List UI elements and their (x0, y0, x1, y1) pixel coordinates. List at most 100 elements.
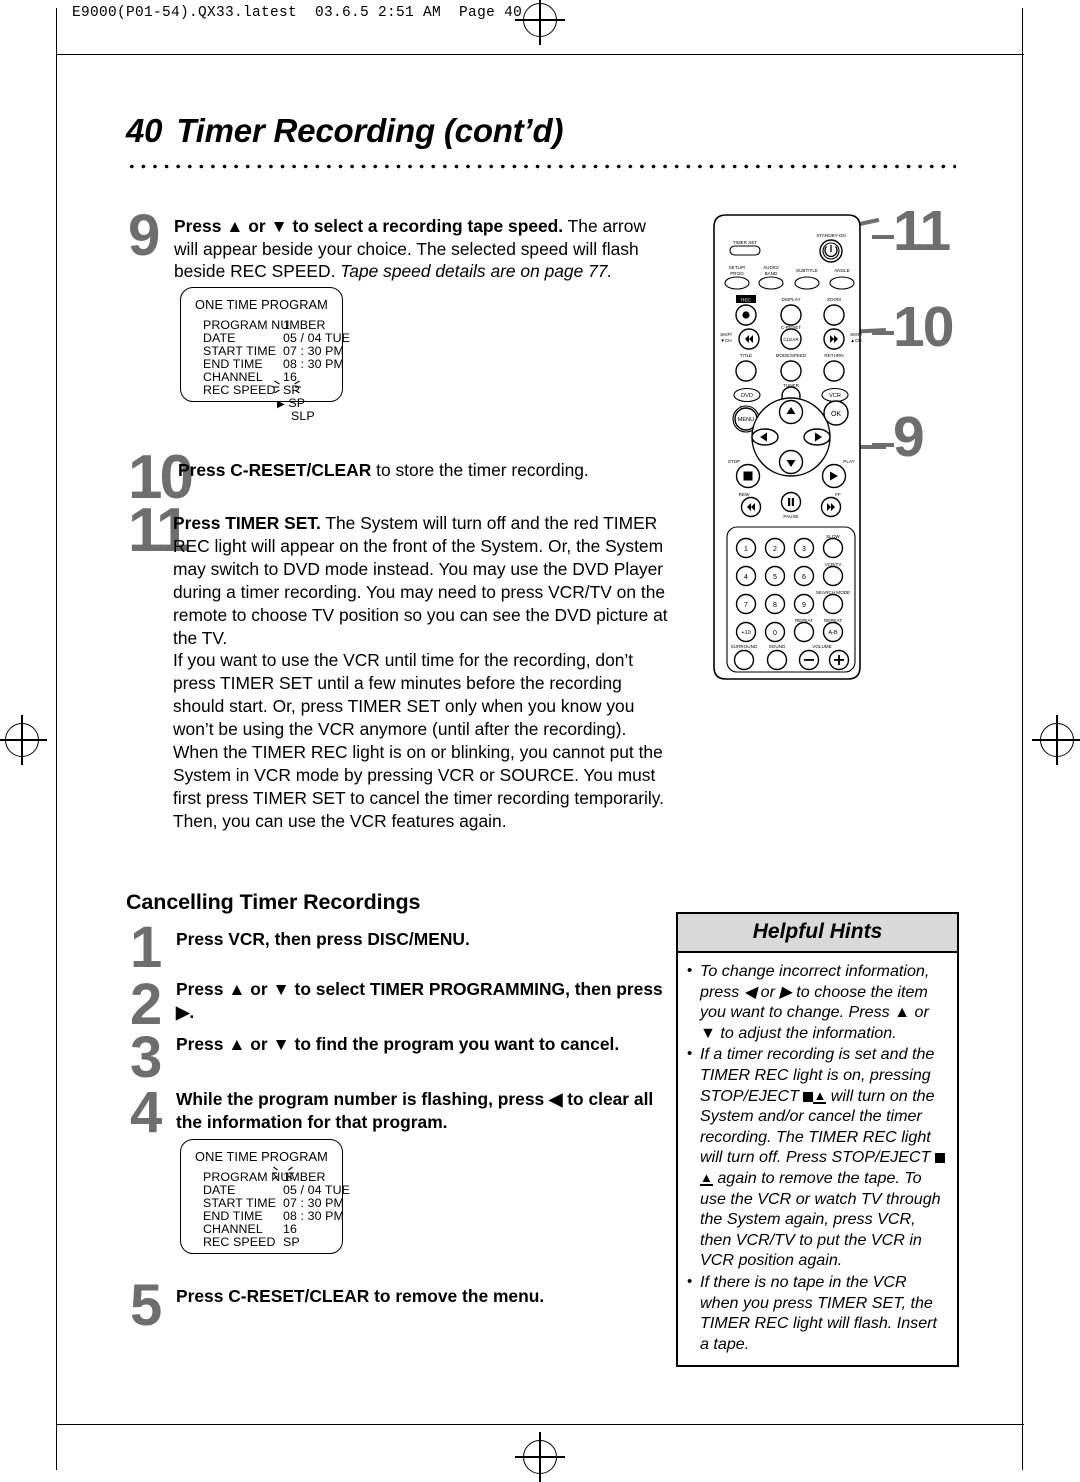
osd2-value-date: 05 / 04 TUE (283, 1183, 350, 1197)
eject-icon: ▲ (813, 1087, 827, 1104)
svg-text:3: 3 (802, 546, 806, 553)
osd2-flashing-program-number: 1 (272, 1166, 294, 1184)
osd-screen-cancel-program: ONE TIME PROGRAM PROGRAM NUMBER 1 DATE 05 … (180, 1139, 350, 1254)
cancel-step-2-number: 2 (130, 972, 162, 1037)
step-11-text: Press TIMER SET. The System will turn of… (173, 513, 668, 831)
remote-control-illustration: .rt { font-family: "Liberation Sans", sa… (694, 205, 880, 695)
svg-text:REW: REW (739, 492, 750, 497)
osd1-label-program-number: PROGRAM NUMBER (203, 318, 326, 332)
svg-text:SOUND: SOUND (769, 644, 786, 649)
svg-text:TIMER SET: TIMER SET (733, 240, 758, 245)
svg-text:RETURN: RETURN (824, 353, 843, 358)
helpful-hints-title: Helpful Hints (678, 914, 957, 953)
osd2-value-end-time: 08 : 30 PM (283, 1209, 344, 1223)
osd2-row-channel: CHANNEL 16 (203, 1222, 297, 1236)
osd1-row-rec-speed: REC SPEED SP (203, 380, 301, 397)
svg-text:4: 4 (744, 574, 748, 581)
svg-text:ANGLE: ANGLE (834, 268, 850, 273)
osd1-value-date: 05 / 04 TUE (283, 331, 350, 345)
hint-text: If there is no tape in the VCR when you … (700, 1272, 937, 1353)
section-heading-cancelling: Cancelling Timer Recordings (126, 890, 421, 914)
svg-text:OK: OK (831, 411, 841, 418)
osd1-title: ONE TIME PROGRAM (195, 297, 328, 312)
svg-text:+10: +10 (741, 630, 751, 636)
step-9-number: 9 (128, 203, 160, 268)
svg-text:DVD: DVD (741, 393, 753, 399)
helpful-hints-body: • To change incorrect information, press… (678, 953, 957, 1365)
hint-item: • To change incorrect information, press… (687, 961, 947, 1043)
osd2-row-date: DATE 05 / 04 TUE (203, 1183, 350, 1197)
osd1-row-end-time: END TIME 08 : 30 PM (203, 357, 344, 371)
cancel-step-4-number: 4 (130, 1080, 162, 1145)
svg-text:STOP: STOP (728, 459, 740, 464)
osd2-title: ONE TIME PROGRAM (195, 1149, 328, 1164)
svg-text:SURROUND: SURROUND (731, 644, 758, 649)
svg-text:5: 5 (773, 574, 777, 581)
svg-text:1: 1 (744, 546, 748, 553)
stop-square-icon (803, 1091, 814, 1102)
svg-text:VOLUME: VOLUME (812, 644, 831, 649)
osd1-speed-option-sp-label: SP (288, 396, 306, 410)
osd2-label-date: DATE (203, 1183, 236, 1197)
osd1-speed-option-slp: SLP (291, 409, 315, 423)
step-9-text: Press ▲ or ▼ to select a recording tape … (174, 216, 646, 282)
svg-text:7: 7 (744, 602, 748, 609)
svg-text:REC: REC (741, 297, 751, 302)
page-number: 40 (126, 112, 163, 149)
hint-text: To change incorrect information, press ◀… (700, 962, 930, 1042)
svg-text:8: 8 (773, 602, 777, 609)
osd1-label-date: DATE (203, 331, 236, 345)
svg-text:9: 9 (802, 602, 806, 609)
cancel-step-1-text: Press VCR, then press DISC/MENU. (176, 929, 470, 949)
manual-page: 40 Timer Recording (cont’d) 9 Press ▲ or … (0, 0, 1080, 1477)
svg-text:DISPLAY: DISPLAY (781, 297, 800, 302)
page-title: 40 Timer Recording (cont’d) (126, 112, 563, 150)
osd2-label-end-time: END TIME (203, 1209, 263, 1223)
svg-text:PAUSE: PAUSE (783, 514, 798, 519)
hint-text: If a timer recording is set and the TIME… (700, 1044, 947, 1271)
svg-text:A-B: A-B (828, 630, 838, 636)
svg-text:0: 0 (773, 630, 777, 637)
osd1-speed-option-slp-label: SLP (291, 409, 315, 423)
callout-11: 11 (893, 199, 951, 263)
svg-text:AUDIO/: AUDIO/ (763, 265, 780, 270)
osd2-row-end-time: END TIME 08 : 30 PM (203, 1209, 344, 1223)
cancel-step-1-number: 1 (130, 915, 162, 980)
osd1-flashing-rec-speed: SP (273, 380, 301, 397)
svg-text:SKIP/: SKIP/ (850, 332, 862, 337)
bullet-icon: • (687, 1272, 693, 1290)
osd1-value-end-time: 08 : 30 PM (283, 357, 344, 371)
step-10-text: Press C-RESET/CLEAR to store the timer r… (178, 460, 589, 480)
cancel-step-2-text: Press ▲ or ▼ to select TIMER PROGRAMMING… (176, 979, 663, 1022)
cancel-step-3-number: 3 (130, 1025, 162, 1090)
osd1-label-start-time: START TIME (203, 344, 277, 358)
page-title-text: Timer Recording (cont’d) (176, 112, 564, 149)
osd2-label-start-time: START TIME (203, 1196, 277, 1210)
osd1-row-start-time: START TIME 07 : 30 PM (203, 344, 344, 358)
osd2-row-start-time: START TIME 07 : 30 PM (203, 1196, 344, 1210)
bullet-icon: • (687, 1045, 693, 1063)
svg-text:SKIP/: SKIP/ (720, 332, 732, 337)
callout-9: 9 (893, 405, 925, 469)
svg-text:ZOOM: ZOOM (827, 297, 841, 302)
svg-text:PROG: PROG (730, 271, 744, 276)
svg-text:MENU: MENU (738, 417, 754, 423)
svg-text:SETUP/: SETUP/ (729, 265, 746, 270)
osd1-row-program-number: PROGRAM NUMBER1 (203, 318, 326, 332)
title-dotted-rule (126, 162, 956, 171)
stop-square-icon (934, 1153, 945, 1164)
svg-text:▲CH: ▲CH (850, 338, 861, 343)
bullet-icon: • (687, 962, 693, 979)
svg-text:MODE/SPEED: MODE/SPEED (776, 353, 807, 358)
osd1-speed-pointer-icon: ▶ (277, 399, 285, 410)
svg-text:TITLE: TITLE (740, 353, 753, 358)
osd2-value-start-time: 07 : 30 PM (283, 1196, 344, 1210)
osd1-label-end-time: END TIME (203, 357, 263, 371)
osd2-row-rec-speed: REC SPEED SP (203, 1235, 300, 1249)
osd2-label-channel: CHANNEL (203, 1222, 263, 1236)
svg-text:▼CH: ▼CH (720, 338, 731, 343)
svg-text:CLEAR: CLEAR (783, 337, 799, 342)
hint-item: • If there is no tape in the VCR when yo… (687, 1272, 947, 1354)
svg-text:STANDBY-ON: STANDBY-ON (816, 233, 845, 238)
cancel-step-4-text: While the program number is flashing, pr… (176, 1089, 654, 1132)
